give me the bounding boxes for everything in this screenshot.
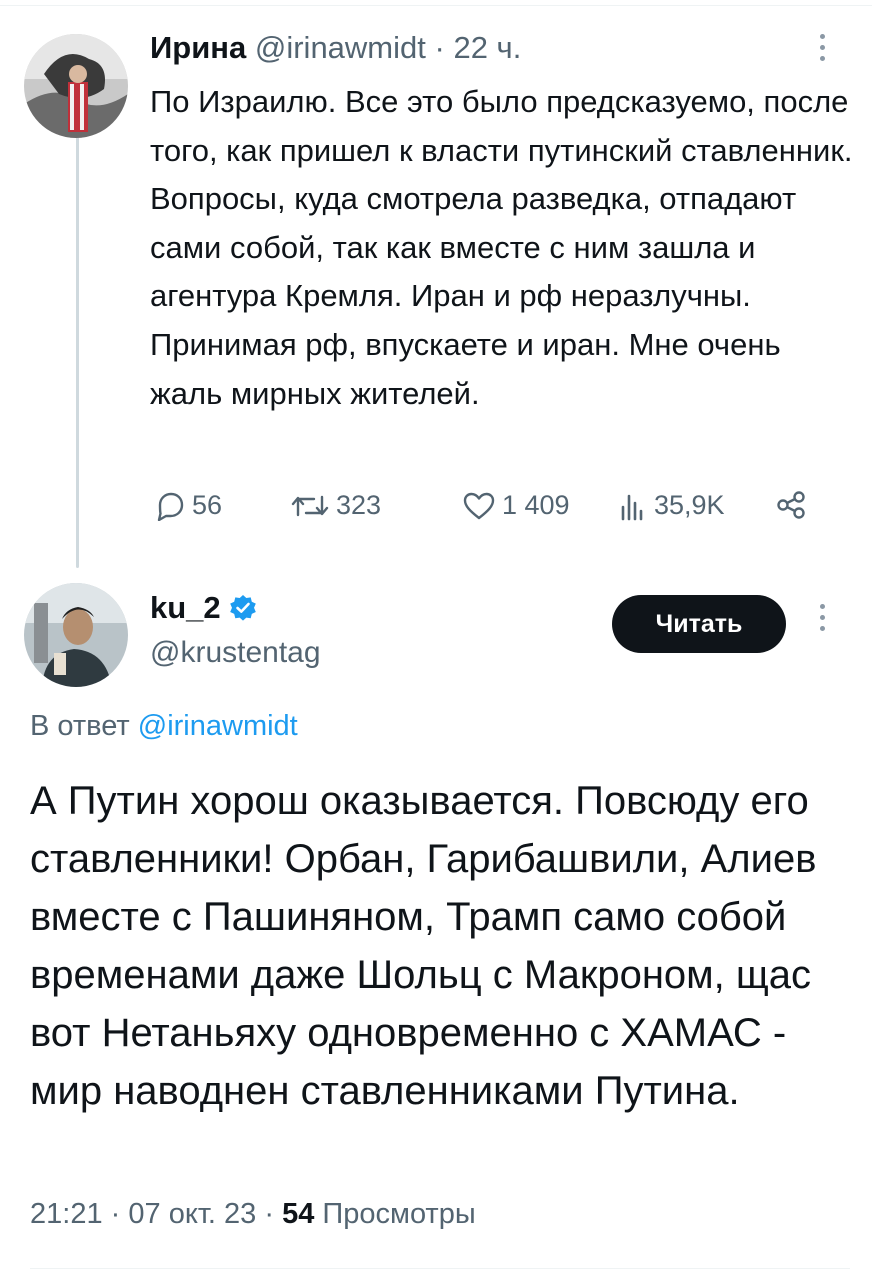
tweet-date[interactable]: 07 окт. 23: [128, 1198, 256, 1230]
avatar[interactable]: [24, 34, 128, 138]
tweet2-text: А Путин хорош оказывается. Повсюду его с…: [30, 779, 817, 1113]
views-button[interactable]: 35,9K: [618, 490, 725, 521]
verified-badge-icon[interactable]: [229, 594, 257, 622]
reply-mention-link[interactable]: @irinawmidt: [138, 710, 298, 742]
avatar[interactable]: [24, 583, 128, 687]
tweet1-header: Ирина @irinawmidt · 22 ч.: [150, 30, 521, 66]
tweet-time[interactable]: 22 ч.: [453, 30, 521, 65]
separator-dot: ·: [264, 1198, 275, 1230]
reply-context: В ответ @irinawmidt: [30, 710, 298, 743]
analytics-icon: [621, 494, 643, 520]
separator-dot: ·: [110, 1198, 121, 1230]
author-name[interactable]: Ирина: [150, 30, 246, 65]
tweet1-actions: 56 323 1 409 35,9K: [150, 490, 830, 534]
reply-count: 56: [192, 490, 223, 520]
reply-prefix: В ответ: [30, 710, 130, 742]
top-divider: [0, 0, 872, 6]
separator-dot: ·: [434, 30, 445, 65]
retweet-button[interactable]: 323: [290, 490, 381, 521]
tweet-time[interactable]: 21:21: [30, 1198, 103, 1230]
bottom-divider: [30, 1268, 850, 1269]
author-handle[interactable]: @krustentag: [150, 636, 321, 670]
tweet2-author-row: ku_2: [150, 590, 257, 626]
views-count: 54: [282, 1198, 315, 1230]
reply-icon: [157, 492, 184, 521]
share-icon: [777, 491, 805, 519]
share-button[interactable]: [775, 490, 813, 520]
retweet-icon: [291, 495, 329, 516]
follow-button[interactable]: Читать: [612, 595, 786, 653]
retweet-count: 323: [336, 490, 382, 520]
more-vertical-icon[interactable]: [814, 34, 830, 70]
views-count: 35,9K: [654, 490, 725, 520]
like-count: 1 409: [502, 490, 570, 520]
author-handle[interactable]: @irinawmidt: [255, 30, 426, 65]
like-button[interactable]: 1 409: [462, 490, 570, 521]
thread-connector-line: [76, 130, 79, 568]
heart-icon: [463, 492, 495, 519]
tweet2-meta: 21:21 · 07 окт. 23 · 54 Просмотры: [30, 1198, 476, 1231]
more-vertical-icon[interactable]: [814, 604, 830, 640]
author-name[interactable]: ku_2: [150, 590, 221, 626]
reply-button[interactable]: 56: [154, 490, 222, 521]
tweet1-text: По Израилю. Все это было предсказуемо, п…: [150, 84, 853, 411]
views-label: Просмотры: [322, 1198, 476, 1230]
